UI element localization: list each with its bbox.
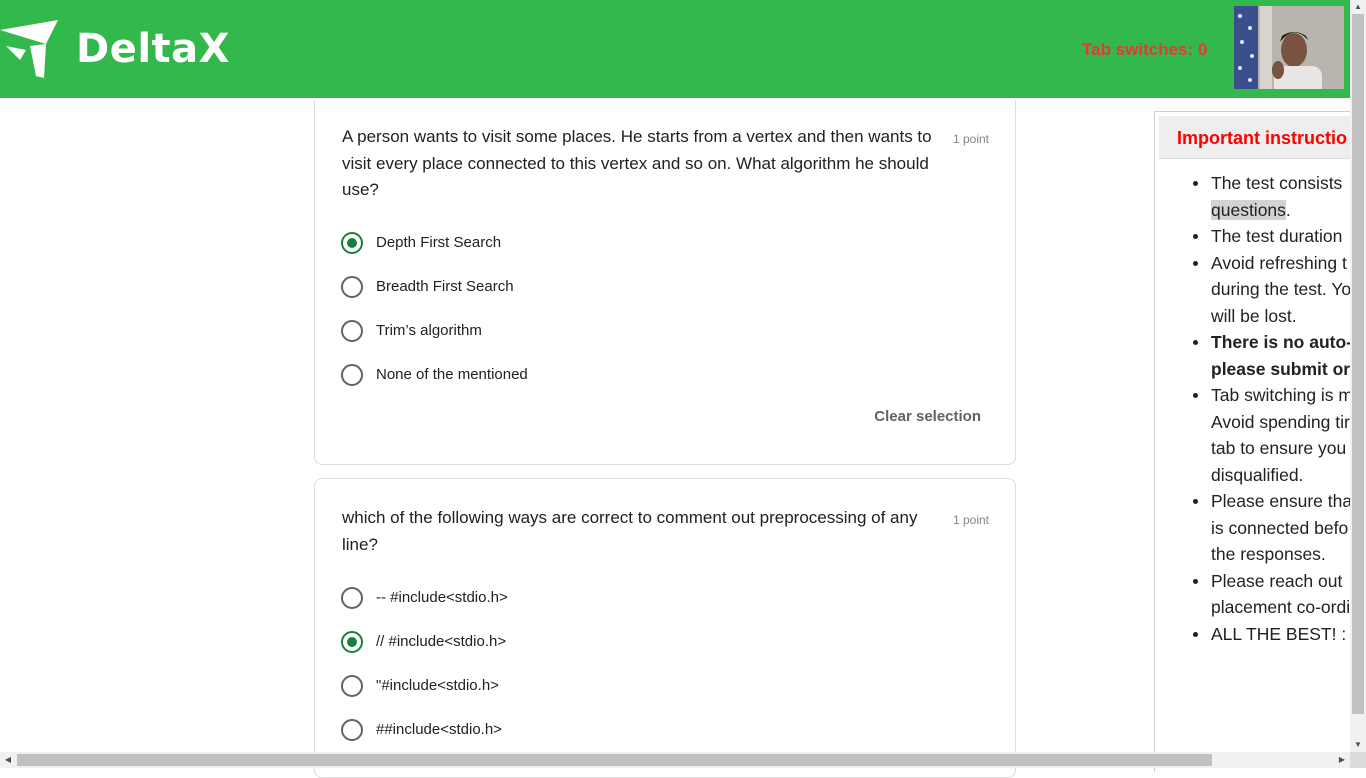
instructions-panel: Important instructio The test consists q… <box>1154 111 1355 772</box>
instruction-item: Please ensure tha is connected befo the … <box>1193 488 1355 568</box>
option-label: Depth First Search <box>376 234 502 251</box>
horizontal-scroll-thumb[interactable] <box>17 754 1212 766</box>
deltax-logo: DeltaX <box>0 18 240 82</box>
brand-name: DeltaX <box>76 26 230 72</box>
scroll-right-arrow-icon[interactable]: ▶ <box>1334 752 1350 768</box>
scroll-down-arrow-icon[interactable]: ▼ <box>1350 738 1366 752</box>
question-points: 1 point <box>952 513 989 527</box>
instruction-item-bold: There is no auto- please submit or <box>1193 329 1355 382</box>
deltax-logo-icon <box>0 20 58 78</box>
webcam-preview <box>1234 6 1344 89</box>
option-label: Breadth First Search <box>376 278 514 295</box>
question-points: 1 point <box>952 132 989 146</box>
radio-button[interactable] <box>341 364 363 386</box>
instruction-item: Tab switching is m Avoid spending tir ta… <box>1193 382 1355 488</box>
horizontal-scrollbar[interactable]: ◀ ▶ <box>0 752 1350 768</box>
radio-button[interactable] <box>341 675 363 697</box>
radio-button[interactable] <box>341 320 363 342</box>
option-label: // #include<stdio.h> <box>376 633 507 650</box>
radio-button-checked[interactable] <box>341 631 363 653</box>
option-label: Trim’s algorithm <box>376 322 482 339</box>
scroll-left-arrow-icon[interactable]: ◀ <box>0 752 16 768</box>
radio-button[interactable] <box>341 276 363 298</box>
scroll-up-arrow-icon[interactable]: ▲ <box>1350 0 1366 14</box>
instruction-item: The test duration <box>1193 223 1355 250</box>
option-label: None of the mentioned <box>376 366 528 383</box>
question-card-1: A person wants to visit some places. He … <box>314 100 1016 465</box>
tab-switch-counter: Tab switches: 0 <box>1082 40 1208 59</box>
vertical-scrollbar[interactable]: ▲ ▼ <box>1350 0 1366 752</box>
instructions-header: Important instructio <box>1159 116 1355 159</box>
instructions-title: Important instructio <box>1177 128 1347 148</box>
top-header: DeltaX Tab switches: 0 <box>0 0 1350 98</box>
question-text: A person wants to visit some places. He … <box>342 127 932 199</box>
option-label: -- #include<stdio.h> <box>376 589 508 606</box>
radio-button-checked[interactable] <box>341 232 363 254</box>
webcam-image <box>1234 6 1344 89</box>
radio-button[interactable] <box>341 587 363 609</box>
instruction-item: Avoid refreshing t during the test. Yo w… <box>1193 250 1355 330</box>
instructions-list: The test consists questions. The test du… <box>1193 170 1355 648</box>
instruction-item: ALL THE BEST! : <box>1193 621 1355 648</box>
question-card-2: which of the following ways are correct … <box>314 478 1016 778</box>
clear-selection-button[interactable]: Clear selection <box>874 408 981 425</box>
instruction-item: Please reach out placement co-ordi <box>1193 568 1355 621</box>
option-label: "#include<stdio.h> <box>376 677 499 694</box>
instruction-item: The test consists questions. <box>1193 170 1355 223</box>
question-text: which of the following ways are correct … <box>342 508 918 554</box>
scrollbar-corner <box>1350 752 1366 768</box>
radio-button[interactable] <box>341 719 363 741</box>
vertical-scroll-thumb[interactable] <box>1352 14 1364 714</box>
option-label: ##include<stdio.h> <box>376 721 502 738</box>
